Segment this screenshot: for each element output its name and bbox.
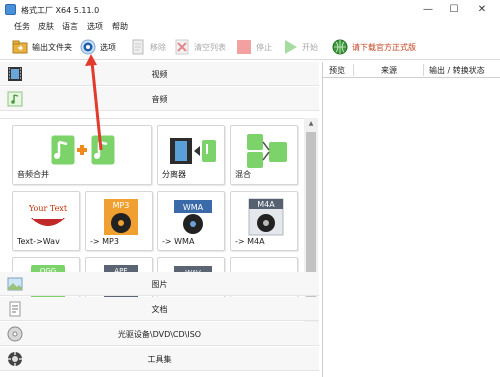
- category-image-label: 图片: [151, 280, 168, 289]
- m4a-icon: M4A: [248, 198, 284, 236]
- column-preview[interactable]: 预览: [329, 65, 345, 76]
- tile-mp3-label: -> MP3: [90, 237, 119, 246]
- category-document[interactable]: 文档: [0, 297, 319, 321]
- options-label: 选项: [100, 43, 116, 52]
- title-bar: 格式工厂 X64 5.11.0 — ☐ ✕: [0, 0, 500, 20]
- start-button[interactable]: 开始: [282, 37, 322, 57]
- tile-text-to-wav[interactable]: Your Text Text->Wav: [12, 191, 80, 251]
- menu-task[interactable]: 任务: [14, 20, 30, 34]
- mix-icon: [247, 134, 287, 168]
- tile-wma[interactable]: WMA -> WMA: [157, 191, 225, 251]
- folder-icon: [12, 40, 28, 54]
- column-source[interactable]: 来源: [381, 65, 397, 76]
- tile-audio-merge[interactable]: 音频合并: [12, 125, 152, 185]
- stop-icon: [237, 40, 251, 54]
- remove-button[interactable]: 移除: [130, 37, 166, 57]
- document-remove-icon: [132, 39, 144, 55]
- globe-icon: [332, 39, 348, 55]
- svg-text:Your Text: Your Text: [28, 204, 68, 213]
- audio-merge-icon: [50, 134, 116, 166]
- download-official-label: 请下载官方正式版: [352, 43, 416, 52]
- tile-audio-merge-label: 音频合并: [17, 170, 49, 179]
- clear-list-icon: [175, 39, 189, 55]
- clear-list-button[interactable]: 清空列表: [174, 37, 228, 57]
- svg-text:MP3: MP3: [113, 201, 130, 210]
- tile-splitter-label: 分离器: [162, 170, 186, 179]
- remove-label: 移除: [150, 43, 166, 52]
- output-folder-label: 输出文件夹: [32, 43, 72, 52]
- category-audio[interactable]: 音频: [0, 87, 319, 111]
- tile-mix-label: 混合: [235, 170, 251, 179]
- task-list-header: 预览 来源 输出 / 转换状态: [323, 62, 500, 78]
- window-title: 格式工厂 X64 5.11.0: [21, 6, 100, 15]
- scroll-up-icon[interactable]: ▲: [304, 118, 318, 130]
- tile-m4a[interactable]: M4A -> M4A: [230, 191, 298, 251]
- app-icon: [5, 4, 16, 15]
- column-divider: [423, 64, 424, 76]
- clear-list-label: 清空列表: [194, 43, 226, 52]
- category-panel: 视频 音频 音频合并 分离器 混合 Your Text Text->Wav MP…: [0, 62, 320, 377]
- tile-wma-label: -> WMA: [162, 237, 195, 246]
- download-official-button[interactable]: 请下载官方正式版: [332, 37, 422, 57]
- toolbar: 输出文件夹 选项 移除 清空列表 停止 开始 请下载官方正式版: [0, 34, 500, 60]
- category-tools[interactable]: 工具集: [0, 347, 319, 371]
- category-disc[interactable]: 光驱设备\DVD\CD\ISO: [0, 322, 319, 346]
- menu-options[interactable]: 选项: [87, 20, 103, 34]
- tile-m4a-label: -> M4A: [235, 237, 265, 246]
- category-disc-label: 光驱设备\DVD\CD\ISO: [117, 330, 202, 339]
- column-output-status[interactable]: 输出 / 转换状态: [429, 65, 485, 76]
- menu-bar: 任务 皮肤 语言 选项 帮助: [0, 20, 500, 34]
- category-audio-label: 音频: [151, 95, 168, 104]
- stop-button[interactable]: 停止: [236, 37, 276, 57]
- task-list-panel: 预览 来源 输出 / 转换状态: [322, 62, 500, 377]
- start-label: 开始: [302, 43, 318, 52]
- menu-help[interactable]: 帮助: [112, 20, 128, 34]
- category-video[interactable]: 视频: [0, 62, 319, 86]
- category-document-label: 文档: [151, 305, 168, 314]
- tile-mix[interactable]: 混合: [230, 125, 298, 185]
- category-image[interactable]: 图片: [0, 272, 319, 296]
- svg-text:WMA: WMA: [183, 203, 204, 212]
- category-video-label: 视频: [151, 70, 168, 79]
- close-button[interactable]: ✕: [472, 2, 492, 18]
- stop-label: 停止: [256, 43, 272, 52]
- minimize-button[interactable]: —: [418, 2, 438, 18]
- splitter-icon: [170, 138, 216, 164]
- category-tools-label: 工具集: [147, 355, 172, 364]
- play-icon: [285, 40, 297, 54]
- text-to-wav-icon: Your Text: [28, 204, 68, 226]
- mp3-icon: MP3: [104, 199, 138, 235]
- tile-mp3[interactable]: MP3 -> MP3: [85, 191, 153, 251]
- options-button[interactable]: 选项: [80, 37, 120, 57]
- output-folder-button[interactable]: 输出文件夹: [12, 37, 74, 57]
- wma-icon: WMA: [174, 200, 212, 234]
- svg-text:M4A: M4A: [257, 200, 275, 209]
- column-divider: [353, 64, 354, 76]
- tile-splitter[interactable]: 分离器: [157, 125, 225, 185]
- menu-skin[interactable]: 皮肤: [38, 20, 54, 34]
- menu-language[interactable]: 语言: [62, 20, 78, 34]
- gear-icon: [80, 39, 96, 55]
- maximize-button[interactable]: ☐: [444, 2, 464, 18]
- tile-text-to-wav-label: Text->Wav: [17, 237, 60, 246]
